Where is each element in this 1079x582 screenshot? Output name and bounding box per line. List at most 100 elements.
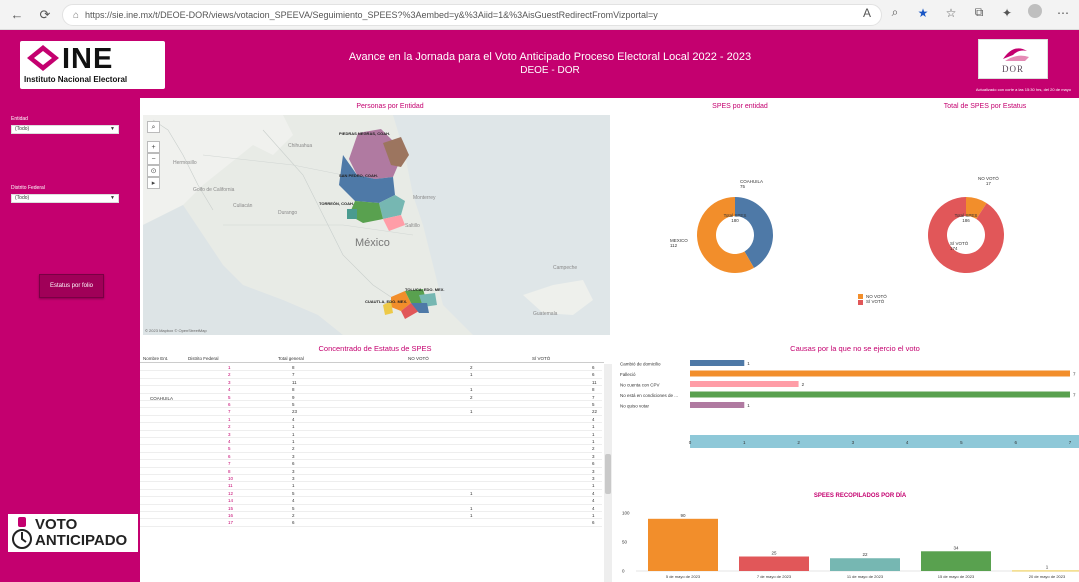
home-icon[interactable]: ⊙ xyxy=(147,165,160,177)
col-distrito: Distrito Federal xyxy=(188,356,219,361)
cause-label-2: No cuenta con CPV xyxy=(620,383,660,388)
cause-bar-1[interactable] xyxy=(690,370,1070,377)
table-row[interactable]: 8 3 3 xyxy=(140,468,602,475)
cell-distrito: 16 xyxy=(228,513,234,518)
cell-distrito: 6 xyxy=(228,453,231,459)
cell-total: 7 xyxy=(292,372,295,378)
cause-bar-0[interactable] xyxy=(690,360,745,366)
table-scrollbar[interactable] xyxy=(604,364,612,582)
recop-xlabel-1: 7 de mayo de 2023 xyxy=(757,574,792,579)
page-title: Avance en la Jornada para el Voto Antici… xyxy=(300,51,800,77)
map-label-hermosillo: Hermosillo xyxy=(173,160,197,166)
collections-icon[interactable]: ⧉ xyxy=(971,5,987,20)
main-panel: Personas por Entidad SPES por entidad To… xyxy=(140,98,1079,582)
recop-value-2: 22 xyxy=(862,552,868,557)
cell-distrito: 14 xyxy=(228,498,234,504)
favorite-star-icon[interactable]: ★ xyxy=(915,6,931,20)
ine-wordmark: INE xyxy=(62,43,114,75)
table-row[interactable]: 3 1 1 xyxy=(140,431,602,438)
table-row[interactable]: 16 2 1 1 xyxy=(140,512,602,520)
table-row[interactable]: 11 1 1 xyxy=(140,482,602,490)
cell-si-voto: 6 xyxy=(592,365,595,370)
lock-icon[interactable]: ⌂ xyxy=(73,10,79,21)
table-row[interactable]: 3 11 11 xyxy=(140,379,602,387)
cell-total: 8 xyxy=(292,387,295,393)
spes-estatus-title: Total de SPES por Estatus xyxy=(943,103,1027,110)
filter-entidad-select[interactable]: (Todo) ▼ xyxy=(11,125,119,134)
table-row[interactable]: 14 4 4 xyxy=(140,497,602,505)
region-matamoros[interactable] xyxy=(347,209,357,219)
table-row[interactable]: 1826 xyxy=(140,364,602,372)
recop-bar-0[interactable] xyxy=(648,518,718,571)
donut2-slice-1[interactable] xyxy=(928,197,1004,273)
table-row[interactable]: 12 5 1 4 xyxy=(140,490,602,498)
recop-bars: 0 50 100 90 5 de mayo de 2023 25 7 de mayo de … xyxy=(622,511,1079,579)
more-menu-icon[interactable]: ⋯ xyxy=(1055,6,1071,20)
table-row[interactable]: 10 3 3 xyxy=(140,475,602,483)
cell-si-voto: 1 xyxy=(592,439,595,444)
chevron-down-icon: ▼ xyxy=(110,195,115,201)
cell-distrito: 3 xyxy=(228,379,231,385)
cell-distrito: 7 xyxy=(228,461,231,467)
filter-distrito-label: Distrito Federal xyxy=(11,185,45,191)
zoom-out-icon[interactable]: − xyxy=(147,153,160,165)
map-region-label-2: SAN PEDRO, COAH. xyxy=(339,173,378,178)
recop-bar-2[interactable] xyxy=(830,558,900,571)
table-row[interactable]: 7 6 6 xyxy=(140,460,602,468)
table-row[interactable]: 15 5 1 4 xyxy=(140,505,602,512)
cell-si-voto: 6 xyxy=(592,461,595,467)
table-row[interactable]: 1 4 4 xyxy=(140,416,602,424)
table-row[interactable]: 5 2 2 xyxy=(140,445,602,453)
cell-distrito: 11 xyxy=(228,483,233,489)
cause-bar-2[interactable] xyxy=(690,381,799,387)
cause-bar-3[interactable] xyxy=(690,391,1070,398)
recop-value-3: 34 xyxy=(953,545,959,550)
extensions-icon[interactable]: ✦ xyxy=(999,6,1015,20)
zoom-in-icon[interactable]: + xyxy=(147,141,160,153)
entity-map[interactable]: ⌕ + − ⊙ ▸ Chihuahua Monterrey Durango He… xyxy=(143,115,610,335)
recop-bar-4[interactable] xyxy=(1012,570,1079,572)
table-row[interactable]: 2 7 1 6 xyxy=(140,371,602,379)
search-icon[interactable]: ⌕ xyxy=(147,121,160,133)
cell-no-voto: 1 xyxy=(470,372,473,378)
filter-distrito-select[interactable]: (Todo) ▼ xyxy=(11,194,119,203)
cell-si-voto: 4 xyxy=(592,490,595,496)
table-row[interactable]: 4 8 1 8 xyxy=(140,386,602,394)
estatus-por-folio-button[interactable]: Estatus por folio xyxy=(39,274,104,298)
map-label-golfo: Golfo de California xyxy=(193,187,235,193)
address-bar[interactable]: ⌂ https://sie.ine.mx/t/DEOE-DOR/views/vo… xyxy=(62,4,882,26)
cell-si-voto: 2 xyxy=(592,446,595,452)
recop-bar-3[interactable] xyxy=(921,551,991,571)
cell-no-voto: 1 xyxy=(470,490,473,496)
table-row[interactable]: 2 1 1 xyxy=(140,423,602,431)
cell-si-voto: 4 xyxy=(592,416,595,422)
cause-label-0: Cambió de domicilio xyxy=(620,362,661,367)
dashboard-header: INE Instituto Nacional Electoral Avance … xyxy=(0,30,1079,98)
play-icon[interactable]: ▸ xyxy=(147,177,160,189)
table-row[interactable]: 6 3 3 xyxy=(140,453,602,461)
profile-icon[interactable] xyxy=(1027,4,1043,21)
cell-distrito: 10 xyxy=(228,476,234,481)
favorites-icon[interactable]: ☆ xyxy=(943,6,959,20)
table-row[interactable]: 6 5 5 xyxy=(140,401,602,409)
cell-total: 4 xyxy=(292,498,295,504)
table-row[interactable]: 7 23 1 22 xyxy=(140,408,602,416)
cause-bar-4[interactable] xyxy=(690,402,745,408)
read-aloud-icon[interactable]: A xyxy=(859,6,875,20)
status-table: Nombre Ent. Distrito Federal Total gener… xyxy=(140,354,612,582)
scrollbar-thumb[interactable] xyxy=(605,454,611,494)
cell-total: 1 xyxy=(292,439,295,444)
cell-si-voto: 5 xyxy=(592,402,595,407)
table-row[interactable]: 17 6 6 xyxy=(140,519,602,527)
table-row[interactable]: 4 1 1 xyxy=(140,438,602,446)
table-row[interactable]: 5 9 2 7 xyxy=(140,394,602,401)
cell-si-voto: 4 xyxy=(592,498,595,504)
cell-total: 5 xyxy=(292,505,295,511)
col-no-voto: NO VOTÓ xyxy=(408,356,429,361)
back-icon[interactable]: ← xyxy=(6,4,28,26)
cell-total: 1 xyxy=(292,483,295,489)
refresh-icon[interactable]: ⟳ xyxy=(34,4,56,26)
filter-distrito-value: (Todo) xyxy=(15,195,30,201)
zoom-icon[interactable]: ⌕ xyxy=(887,5,903,20)
recop-bar-1[interactable] xyxy=(739,556,809,572)
